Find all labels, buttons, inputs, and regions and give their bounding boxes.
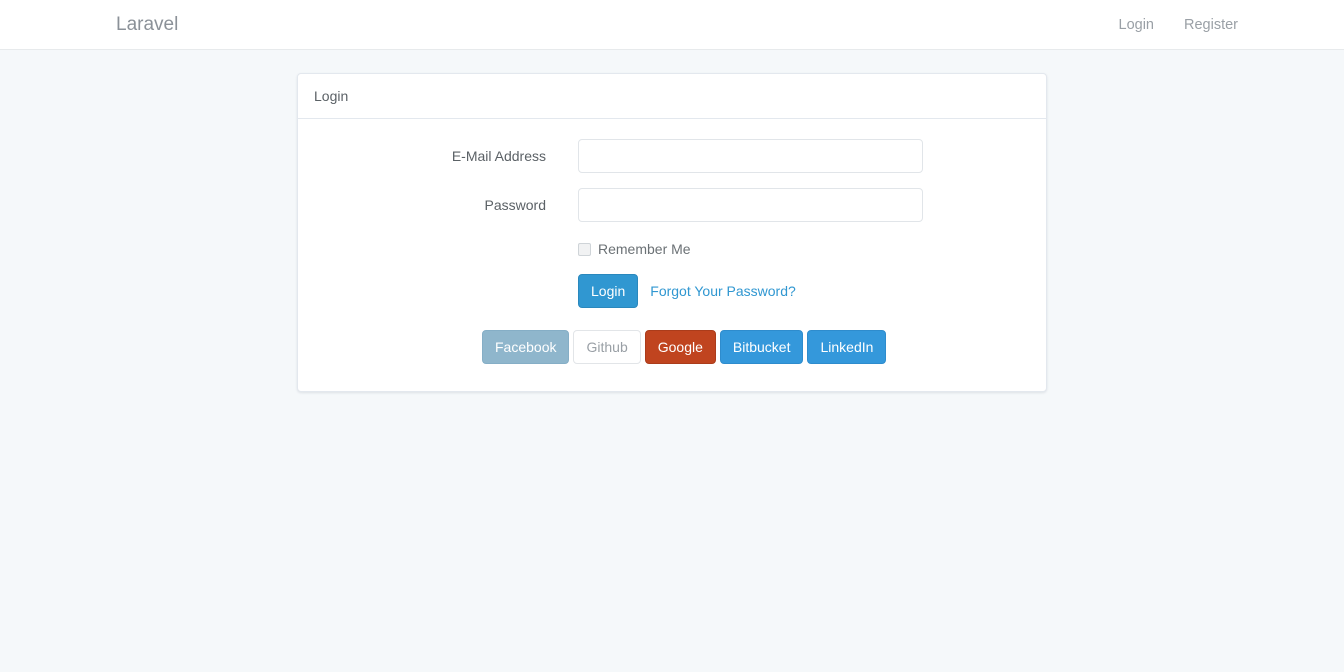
login-card: Login E-Mail Address Password Remember M…	[297, 73, 1047, 392]
email-input[interactable]	[578, 139, 923, 173]
forgot-password-link[interactable]: Forgot Your Password?	[638, 274, 808, 308]
login-card-header: Login	[298, 74, 1046, 119]
password-input[interactable]	[578, 188, 923, 222]
email-label: E-Mail Address	[451, 148, 546, 164]
navbar-brand-laravel[interactable]: Laravel	[116, 14, 178, 35]
social-login-row: Facebook Github Google Bitbucket LinkedI…	[314, 330, 1030, 364]
password-form-group: Password	[314, 188, 1030, 222]
remember-row: Remember Me	[314, 237, 1030, 259]
checkbox-icon[interactable]	[578, 242, 591, 256]
email-input-wrap	[561, 139, 923, 173]
submit-body: Login Forgot Your Password?	[561, 274, 808, 308]
login-submit-button[interactable]: Login	[578, 274, 639, 308]
social-login-google[interactable]: Google	[644, 330, 716, 364]
social-login-github[interactable]: Github	[573, 330, 641, 364]
remember-spacer	[314, 237, 561, 259]
remember-body: Remember Me	[561, 237, 691, 259]
social-login-linkedin[interactable]: LinkedIn	[807, 330, 887, 364]
remember-me-label: Remember Me	[598, 241, 691, 257]
card-header-title: Login	[314, 88, 349, 104]
page-content: Login E-Mail Address Password Remember M…	[0, 50, 1344, 392]
social-login-facebook[interactable]: Facebook	[482, 330, 570, 364]
login-card-body: E-Mail Address Password Remember Me Logi…	[298, 119, 1046, 391]
password-label: Password	[484, 197, 546, 213]
email-form-group: E-Mail Address	[314, 139, 1030, 173]
social-spacer	[314, 330, 464, 364]
nav-link-login[interactable]: Login	[1104, 15, 1169, 35]
remember-me-checkbox[interactable]: Remember Me	[578, 239, 691, 259]
social-buttons: Facebook Github Google Bitbucket LinkedI…	[464, 330, 887, 364]
submit-row: Login Forgot Your Password?	[314, 274, 1030, 308]
password-input-wrap	[561, 188, 923, 222]
nav-link-register[interactable]: Register	[1169, 15, 1253, 35]
navbar-links: Login Register	[1104, 15, 1253, 35]
top-navbar: Laravel Login Register	[0, 0, 1344, 50]
social-login-bitbucket[interactable]: Bitbucket	[719, 330, 804, 364]
submit-spacer	[314, 274, 561, 308]
